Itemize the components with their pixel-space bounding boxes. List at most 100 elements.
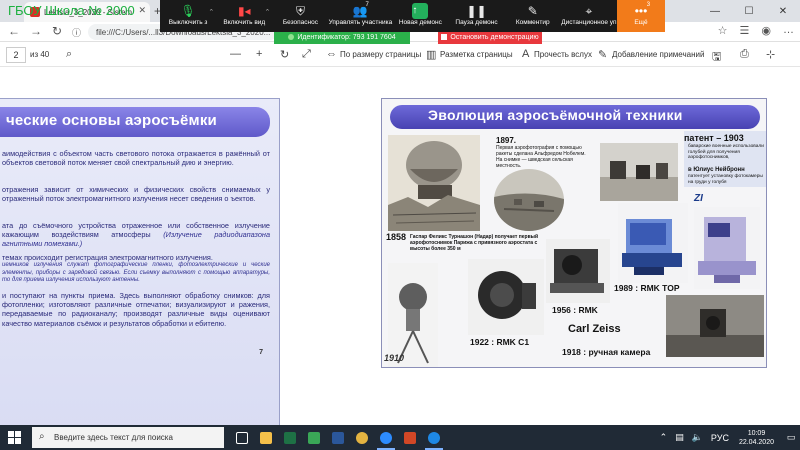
slide-left-paragraph: аимодействия с объектом часть светового … [2,149,270,168]
task-view-icon[interactable] [230,425,254,450]
pdf-viewer: ческие основы аэросъёмки аимодействия с … [0,68,800,435]
taskbar-search-input[interactable]: ⌕ Введите здесь текст для поиска [32,427,224,448]
slide-left-paragraph: и поступают на пункты приема. Здесь выпо… [2,291,270,328]
add-notes-icon[interactable]: ✎ [598,48,607,61]
more-label: Ещё [634,19,648,26]
mute-button[interactable]: 🎙 Выключить з ⌃ [160,0,216,32]
favorites-list-icon[interactable]: ☰ [740,24,750,37]
chrome-icon[interactable] [350,425,374,450]
page-layout-icon[interactable]: ▥ [426,48,436,61]
page-layout-button[interactable]: Разметка страницы [440,50,513,59]
start-video-button[interactable]: ▮◂ Включить вид ⌃ [216,0,272,32]
forward-icon[interactable]: → [30,24,42,38]
save-icon[interactable]: 🖫 [712,48,721,67]
zoom-meeting-controls: 🎙 Выключить з ⌃ ▮◂ Включить вид ⌃ ⛨ Безо… [160,0,665,32]
zoom-out-icon[interactable]: — [230,48,241,60]
clock-date: 22.04.2020 [738,438,774,446]
tray-chevron-icon[interactable]: ⌃ [660,432,668,443]
windows-taskbar: ⌕ Введите здесь текст для поиска ⌃ ▤ 🔈 Р… [0,425,800,450]
chevron-up-icon[interactable]: ⌃ [208,8,214,16]
new-share-button[interactable]: ↑ Новая демонс [392,0,448,32]
caption-rmk-top: 1989 : RMK TOP [614,283,680,293]
remote-label: Дистанционное уп [561,19,617,26]
pin-icon[interactable]: ⊹ [766,48,775,61]
settings-more-icon[interactable]: … [783,24,794,37]
chevron-up-icon[interactable]: ⌃ [265,8,271,16]
caption-1918: 1918 : ручная камера [562,347,651,357]
slide-page-number: 7 [259,349,263,356]
fit-page-button[interactable]: По размеру страницы [340,50,421,59]
pen-icon: ✎ [527,4,538,18]
file-explorer-icon[interactable] [254,425,278,450]
fit-page-icon[interactable]: ⇔ [326,48,337,60]
zi-logo: ZI [694,193,703,204]
notifications-icon[interactable]: ▭ [782,432,800,443]
slide-right: Эволюция аэросъёмочной техники 1897. Пер… [381,98,767,368]
windows-start-icon[interactable] [8,431,21,444]
annotate-button[interactable]: ✎ Комментир [505,0,561,32]
spreadsheet-app-icon[interactable] [302,425,326,450]
zoom-in-icon[interactable]: + [256,48,262,60]
more-count: 3 [646,2,651,8]
rotate-icon[interactable]: ↻ [280,48,289,61]
search-icon: ⌕ [39,431,45,442]
video-label: Включить вид [223,19,266,26]
meeting-id-banner[interactable]: Идентификатор: 793 191 7604 [274,32,410,44]
caption-rmk-1956: 1956 : RMK [552,305,598,315]
pdf-toolbar: 2 из 40 ⌕ — + ↻ ⤢ ⇔ По размеру страницы … [0,43,800,67]
stop-share-button[interactable]: Остановить демонстрацию [438,32,542,44]
search-placeholder: Введите здесь текст для поиска [54,433,173,442]
maximize-button[interactable]: ☐ [732,0,766,22]
pause-share-button[interactable]: ❚❚ Пауза демонс [448,0,504,32]
read-aloud-button[interactable]: Прочесть вслух [534,50,592,59]
new-share-label: Новая демонс [398,19,442,26]
close-window-button[interactable]: ✕ [766,0,800,22]
powerpoint-icon[interactable] [398,425,422,450]
print-icon[interactable]: ⎙ [740,48,749,61]
file-info-icon[interactable]: ⓘ [72,26,81,39]
patent-name: в Юлиус Нейбронн [688,167,745,173]
camera-1910-image [388,263,438,367]
search-icon[interactable]: ⌕ [66,48,72,61]
video-off-icon: ▮◂ [237,4,251,18]
year-1897: 1897. [496,136,517,145]
page-count: из 40 [30,50,50,59]
shield-icon: ⛨ [295,4,305,18]
excel-icon[interactable] [278,425,302,450]
add-notes-button[interactable]: Добавление примечаний [612,50,704,59]
browser-tab[interactable]: Lektsia_3_2020 - Sistem ✕ [24,2,150,22]
volume-icon[interactable]: 🔈 [692,432,703,443]
edge-icon[interactable] [422,425,446,450]
clock[interactable]: 10:09 22.04.2020 [739,429,774,447]
mute-label: Выключить з [168,19,208,26]
minimize-button[interactable]: — [698,0,732,22]
read-aloud-icon[interactable]: A [522,48,529,60]
language-indicator[interactable]: РУС [711,433,729,443]
shield-icon [288,34,295,40]
word-icon[interactable] [326,425,350,450]
tab-close-icon[interactable]: ✕ [138,5,146,16]
back-icon[interactable]: ← [8,24,20,38]
rocket-photo-image [494,169,564,231]
favorite-icon[interactable]: ☆ [718,24,728,37]
fullscreen-icon[interactable]: ⤢ [302,48,311,61]
more-dots-icon: ••• [634,4,648,18]
pause-share-label: Пауза демонс [455,19,498,26]
more-button[interactable]: ••• 3 Ещё [617,0,665,32]
remote-control-icon: ⌖ [585,4,593,18]
browser-actions: ☆ ☰ ◉ … [718,24,794,37]
annotate-label: Комментир [515,19,550,26]
remote-control-button[interactable]: ⌖ Дистанционное уп [561,0,617,32]
network-icon[interactable]: ▤ [675,432,684,443]
zoom-app-icon[interactable] [374,425,398,450]
refresh-icon[interactable]: ↻ [52,24,62,38]
page-number-input[interactable]: 2 [6,47,26,63]
security-button[interactable]: ⛨ Безопаснос [272,0,328,32]
profile-icon[interactable]: ◉ [761,24,771,37]
participants-label: Управлять участника [328,19,393,26]
balloon-engraving-image [388,135,480,231]
text-1897: Первая аэрофотография с помощью ракеты с… [496,145,586,169]
stop-share-label: Остановить демонстрацию [450,34,539,41]
year-1858: 1858 [386,232,407,242]
participants-button[interactable]: 👥 7 Управлять участника [329,0,393,32]
